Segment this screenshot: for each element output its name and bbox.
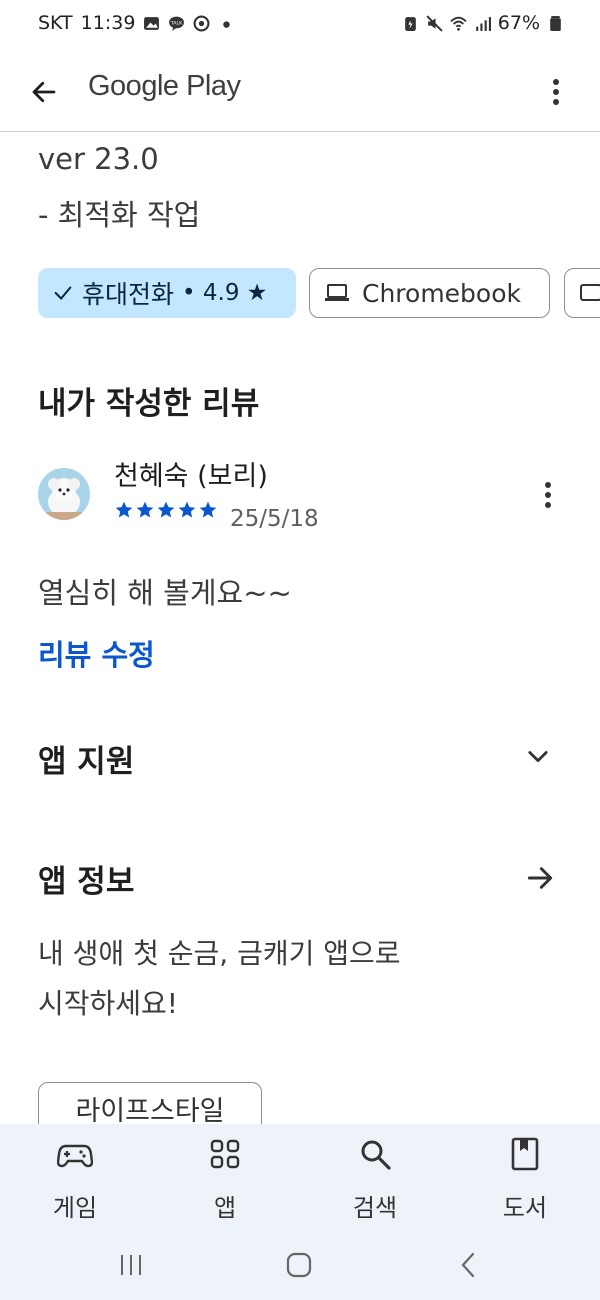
app-description-line1: 내 생애 첫 순금, 금캐기 앱으로 (38, 937, 401, 970)
nav-books-label: 도서 (502, 1194, 548, 1222)
chevron-down-icon[interactable] (524, 742, 552, 770)
carrier-label: SKT (38, 12, 73, 34)
nav-games[interactable]: 게임 (25, 1136, 125, 1223)
nav-apps[interactable]: 앱 (175, 1136, 275, 1223)
app-title: Google Play (88, 70, 241, 102)
notification-dot-icon (223, 20, 231, 28)
app-bar: Google Play (0, 50, 600, 132)
gamepad-icon (56, 1144, 94, 1168)
my-review-heading: 내가 작성한 리뷰 (38, 386, 260, 422)
status-bar: SKT 11:39 TALK 67% (0, 0, 600, 48)
recent-apps-icon[interactable] (118, 1252, 144, 1278)
chip-phone-label: 휴대전화 (82, 280, 175, 309)
star-icon (199, 501, 217, 518)
book-icon (511, 1137, 539, 1171)
apps-grid-icon (210, 1139, 240, 1169)
mute-icon (426, 14, 443, 32)
edit-review-link[interactable]: 리뷰 수정 (38, 632, 155, 674)
nav-books[interactable]: 도서 (475, 1136, 575, 1223)
reviewer-name: 천혜숙 (보리) (114, 461, 268, 492)
check-icon (54, 286, 72, 300)
battery-percent: 67% (497, 12, 540, 34)
review-text: 열심히 해 볼게요~~ (38, 576, 292, 610)
laptop-icon (325, 284, 349, 301)
search-icon (361, 1140, 391, 1170)
more-vert-icon (553, 79, 559, 105)
app-description-line2: 시작하세요! (38, 987, 179, 1020)
signal-icon (475, 16, 491, 31)
review-date: 25/5/18 (230, 506, 319, 532)
update-note: - 최적화 작업 (38, 198, 201, 232)
star-icon (115, 501, 133, 518)
star-icon (178, 501, 196, 518)
nav-search-label: 검색 (352, 1194, 398, 1222)
nav-apps-label: 앱 (213, 1194, 237, 1222)
arrow-left-icon (32, 81, 56, 103)
nav-search[interactable]: 검색 (325, 1136, 425, 1223)
chip-chromebook[interactable]: Chromebook (309, 268, 550, 318)
clock: 11:39 (80, 12, 136, 34)
svg-text:TALK: TALK (170, 20, 183, 26)
home-icon[interactable] (286, 1252, 312, 1278)
star-icon (157, 501, 175, 518)
star-rating (114, 500, 218, 520)
sync-icon (193, 15, 210, 31)
chip-phone[interactable]: 휴대전화 • 4.9 ★ (38, 268, 296, 318)
chip-phone-rating: • 4.9 ★ (182, 280, 268, 306)
chip-tablet[interactable] (564, 268, 600, 318)
battery-icon (550, 15, 561, 31)
star-icon (136, 501, 154, 518)
arrow-right-icon[interactable] (524, 862, 556, 894)
tablet-icon (580, 284, 600, 301)
version-text: ver 23.0 (38, 142, 159, 176)
more-vert-icon (545, 482, 551, 508)
wifi-icon (450, 16, 467, 31)
dog-avatar-icon (38, 468, 90, 520)
chip-chromebook-label: Chromebook (362, 278, 521, 308)
back-nav-icon[interactable] (456, 1252, 482, 1278)
kakaotalk-icon: TALK (169, 16, 185, 31)
avatar (38, 468, 90, 520)
nav-games-label: 게임 (52, 1194, 98, 1222)
app-support-heading[interactable]: 앱 지원 (38, 736, 134, 781)
gallery-icon (144, 16, 160, 30)
review-more-button[interactable] (536, 478, 560, 512)
battery-saver-icon (404, 16, 416, 31)
system-nav-bar (0, 1228, 600, 1300)
bottom-nav: 게임 앱 검색 도서 (0, 1124, 600, 1228)
more-options-button[interactable] (538, 72, 574, 112)
back-button[interactable] (22, 70, 66, 114)
app-info-heading[interactable]: 앱 정보 (38, 856, 134, 901)
